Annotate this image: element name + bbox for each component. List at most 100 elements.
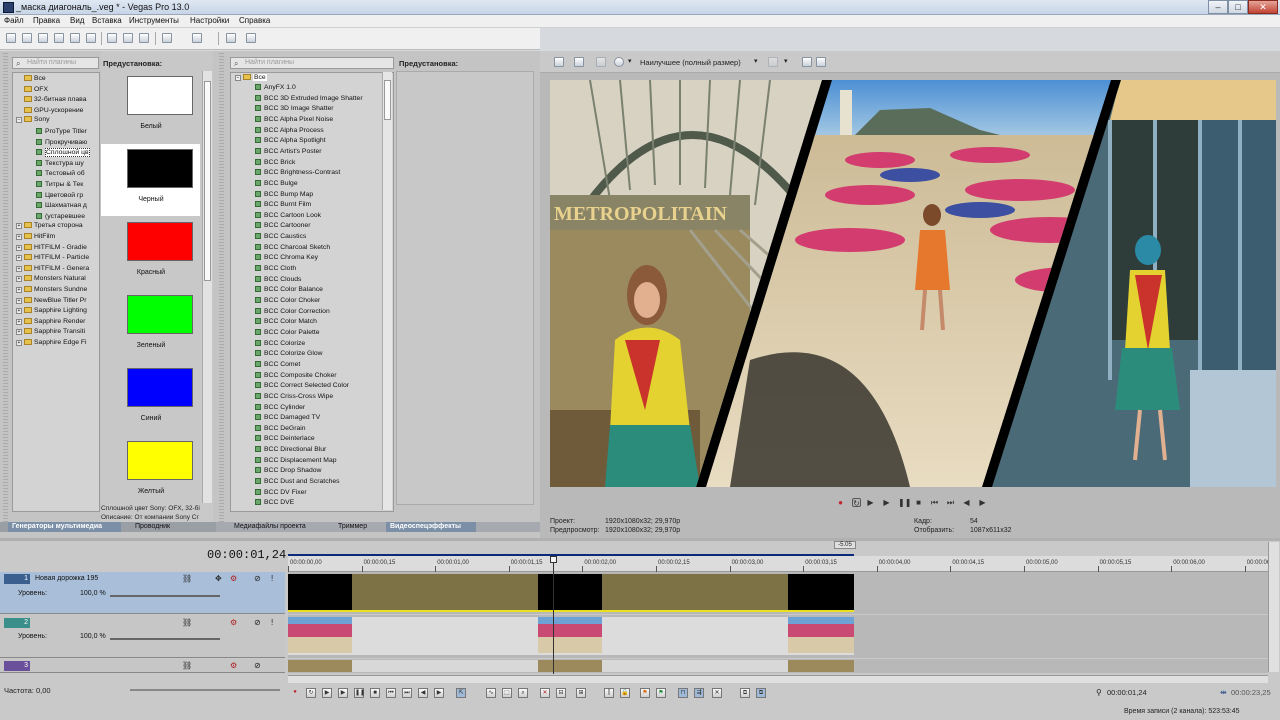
tree-item[interactable]: + Sapphire Edge Fi	[16, 339, 100, 349]
preset-item[interactable]: Черный	[101, 144, 200, 216]
play-from-start-icon[interactable]: ▶	[322, 688, 332, 698]
fx-item[interactable]: BCC Caustics	[255, 233, 379, 243]
fx-item[interactable]: BCC Directional Blur	[255, 446, 379, 456]
go-to-end-icon[interactable]: ⏭	[946, 498, 955, 507]
menu-insert[interactable]: Вставка	[92, 16, 122, 25]
tree-item[interactable]: Титры & Тек	[28, 180, 100, 190]
preset-item[interactable]: Белый	[101, 71, 200, 143]
next-frame-icon[interactable]: ▶	[434, 688, 444, 698]
insert-marker-icon[interactable]: ⚑	[640, 688, 650, 698]
track-motion-icon[interactable]: ✥	[215, 574, 222, 583]
time-ruler[interactable]: 00:00:00,00 00:00:00,15 00:00:01,00 00:00:0…	[288, 556, 1279, 572]
tree-item[interactable]: ProType Titler	[28, 127, 100, 137]
undo-icon[interactable]	[162, 33, 172, 43]
track-header-2[interactable]: 2 Уровень: 100,0 % ⛓ ⚙ ⊘ !	[0, 615, 285, 658]
fx-item[interactable]: BCC Color Balance	[255, 286, 379, 296]
previous-frame-icon[interactable]: ◀	[962, 498, 971, 507]
trim-start-icon[interactable]: ⊞	[576, 688, 586, 698]
minimize-button[interactable]: –	[1208, 0, 1228, 14]
split-icon[interactable]: ⫿	[604, 688, 614, 698]
mute-icon[interactable]: ⊘	[254, 618, 261, 627]
black-event[interactable]	[288, 574, 352, 610]
open-icon[interactable]	[22, 33, 32, 43]
stop-icon[interactable]: ■	[370, 688, 380, 698]
tree-item[interactable]: Тестовый об	[28, 169, 100, 179]
quality-dropdown-arrow-icon[interactable]: ▾	[754, 57, 758, 65]
fx-item[interactable]: BCC Clouds	[255, 275, 379, 286]
fx-item[interactable]: BCC Color Choker	[255, 297, 379, 307]
solo-icon[interactable]: !	[271, 574, 273, 583]
preset-item[interactable]: Красный	[101, 217, 200, 289]
preset-item[interactable]: Желтый	[101, 436, 200, 508]
timeline-vertical-scrollbar[interactable]	[1268, 542, 1279, 672]
fx-item[interactable]: BCC Criss-Cross Wipe	[255, 392, 379, 403]
tree-item[interactable]: + HitFilm	[16, 233, 100, 243]
overlays-dropdown-arrow-icon[interactable]: ▾	[784, 57, 788, 65]
stop-icon[interactable]: ■	[914, 498, 923, 507]
tree-item[interactable]: GPU-ускорение	[16, 106, 100, 116]
record-icon[interactable]: ●	[290, 688, 300, 698]
fx-item[interactable]: BCC Cylinder	[255, 403, 379, 414]
trim-icon[interactable]: ⊟	[556, 688, 566, 698]
plugin-search-input[interactable]: ⌕ Найти плагины	[12, 57, 99, 69]
external-monitor-icon[interactable]	[574, 57, 584, 67]
expand-icon[interactable]: +	[16, 244, 22, 251]
preset-scrollbar[interactable]	[202, 71, 212, 503]
expand-icon[interactable]: +	[16, 297, 22, 304]
copy-snapshot-icon[interactable]	[802, 57, 812, 67]
insert-region-icon[interactable]: ⚑	[656, 688, 666, 698]
expand-icon[interactable]: +	[16, 223, 22, 230]
track-header-3[interactable]: 3 ⛓ ⚙ ⊘	[0, 659, 285, 673]
maximize-button[interactable]: □	[1228, 0, 1248, 14]
tab-explorer[interactable]: Проводник	[135, 522, 195, 532]
record-icon[interactable]: ●	[836, 498, 845, 507]
lock-envelopes-icon[interactable]: ⧉	[740, 688, 750, 698]
fx-item[interactable]: BCC Chroma Key	[255, 254, 379, 264]
fx-item[interactable]: BCC Brick	[255, 158, 379, 169]
track-name[interactable]: Новая дорожка 195	[35, 575, 98, 582]
track-header-1[interactable]: 1 Новая дорожка 195 Уровень: 100,0 % ⛓ ✥…	[0, 572, 285, 614]
split-dropdown-arrow-icon[interactable]: ▾	[628, 57, 632, 65]
rate-slider[interactable]	[130, 689, 280, 691]
track-fx-icon[interactable]: ⚙	[230, 661, 237, 670]
fx-icon[interactable]	[596, 57, 606, 67]
menu-tools[interactable]: Инструменты	[129, 16, 179, 25]
lock-icon[interactable]: 🔒	[620, 688, 630, 698]
fx-item[interactable]: BCC 3D Extruded Image Shatter	[255, 94, 379, 105]
tree-item[interactable]: Шахматная д	[28, 201, 100, 211]
tree-item[interactable]: + Sapphire Render	[16, 317, 100, 328]
tree-item[interactable]: Прокручиваю	[28, 138, 100, 148]
pause-icon[interactable]: ❚❚	[898, 498, 911, 507]
collapse-icon[interactable]: −	[16, 117, 22, 124]
fx-item[interactable]: BCC Cartooner	[255, 222, 379, 232]
loop-playback-icon[interactable]: ↻	[306, 688, 316, 698]
fx-item[interactable]: BCC Color Correction	[255, 307, 379, 318]
play-icon[interactable]: ▶	[882, 498, 891, 507]
tree-item[interactable]: Все	[16, 74, 100, 84]
paste-icon[interactable]	[139, 33, 149, 43]
tab-trimmer[interactable]: Триммер	[338, 522, 378, 532]
envelope-tool-icon[interactable]: ∿	[486, 688, 496, 698]
fx-item[interactable]: AnyFX 1.0	[255, 84, 379, 94]
menu-edit[interactable]: Правка	[33, 16, 60, 25]
fx-item[interactable]: BCC Colorize	[255, 339, 379, 350]
fx-root-all[interactable]: − Все	[235, 74, 375, 84]
crossfade-icon[interactable]: ✕	[712, 688, 722, 698]
save-as-icon[interactable]	[54, 33, 64, 43]
fx-item[interactable]: BCC Deinterlace	[255, 435, 379, 445]
save-icon[interactable]	[38, 33, 48, 43]
fx-item[interactable]: BCC Artist's Poster	[255, 147, 379, 158]
menu-file[interactable]: Файл	[4, 16, 24, 25]
fx-item[interactable]: BCC DVE	[255, 499, 379, 509]
copy-icon[interactable]	[123, 33, 133, 43]
selection-tool-icon[interactable]: ⬚	[502, 688, 512, 698]
mute-icon[interactable]: ⊘	[254, 574, 261, 583]
tree-item[interactable]: Цветовой гр	[28, 191, 100, 201]
fx-item[interactable]: BCC Color Palette	[255, 328, 379, 339]
zoom-tool-icon[interactable]: ⌕	[518, 688, 528, 698]
tree-item[interactable]: + NewBlue Titler Pr	[16, 296, 100, 307]
fx-item[interactable]: BCC Colorize Glow	[255, 350, 379, 360]
expand-icon[interactable]: +	[16, 318, 22, 325]
play-icon[interactable]: ▶	[338, 688, 348, 698]
loop-playback-icon[interactable]: ↻	[852, 498, 861, 508]
